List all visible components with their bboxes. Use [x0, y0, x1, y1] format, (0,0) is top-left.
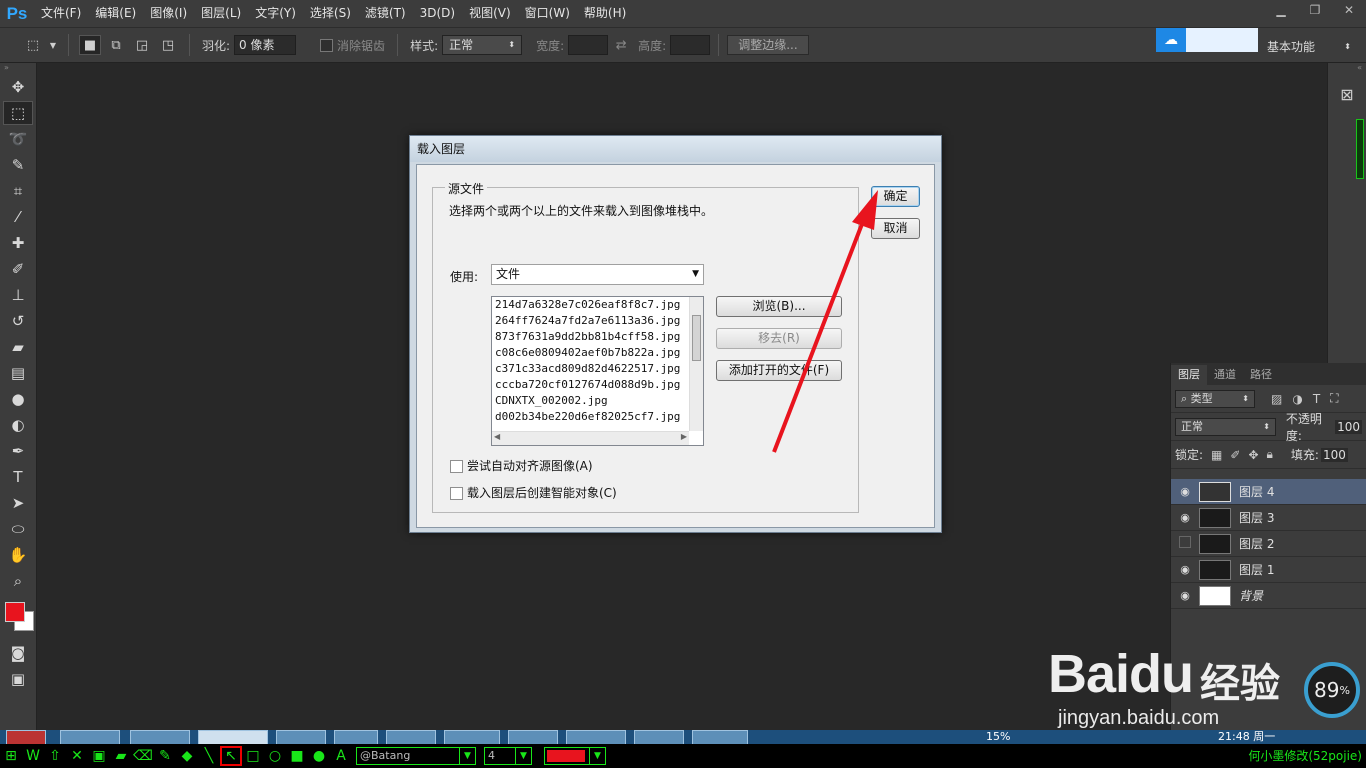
taskbar-app[interactable] — [198, 730, 268, 744]
size-select[interactable]: 4 ▼ — [484, 747, 532, 765]
close-icon[interactable]: ✕ — [66, 746, 88, 766]
photoshop-window: Ps 文件(F) 编辑(E) 图像(I) 图层(L) 文字(Y) 选择(S) 滤… — [0, 0, 1366, 768]
rectangle-icon[interactable]: □ — [242, 746, 264, 766]
pin-icon[interactable]: ⊞ — [0, 746, 22, 766]
circle-icon[interactable]: ○ — [264, 746, 286, 766]
save-icon[interactable]: ▣ — [88, 746, 110, 766]
chevron-down-icon: ▼ — [459, 748, 475, 764]
pencil-icon[interactable]: ✎ — [154, 746, 176, 766]
color-swatch — [547, 750, 585, 762]
taskbar-app[interactable] — [334, 730, 378, 744]
text-icon[interactable]: A — [330, 746, 352, 766]
screen-draw-toolbar: ⊞ W ⇧ ✕ ▣ ▰ ⌫ ✎ ◆ ╲ ↖ □ ○ ■ ● A @Batang ▼… — [0, 744, 1366, 768]
start-button[interactable] — [6, 730, 46, 744]
taskbar-clock: 21:48 周一 — [1218, 730, 1276, 743]
word-icon[interactable]: W — [22, 746, 44, 766]
watermark-cn: 经验 — [1200, 661, 1280, 707]
taskbar-app[interactable] — [276, 730, 326, 744]
taskbar: 15% 21:48 周一 — [0, 730, 1366, 744]
color-select[interactable]: ▼ — [544, 747, 606, 765]
folder-icon[interactable]: ▰ — [110, 746, 132, 766]
chevron-down-icon: ▼ — [589, 748, 605, 764]
filled-circle-icon[interactable]: ● — [308, 746, 330, 766]
taskbar-app[interactable] — [60, 730, 120, 744]
arrow-shaft — [772, 223, 864, 453]
taskbar-percent: 15% — [986, 730, 1011, 743]
taskbar-app[interactable] — [130, 730, 190, 744]
taskbar-app[interactable] — [566, 730, 626, 744]
watermark-url: jingyan.baidu.com — [1058, 707, 1220, 729]
fill-icon[interactable]: ◆ — [176, 746, 198, 766]
taskbar-app[interactable] — [444, 730, 500, 744]
filled-rectangle-icon[interactable]: ■ — [286, 746, 308, 766]
baidu-watermark: Baidu 经验 jingyan.baidu.com — [1048, 625, 1298, 730]
arrow-up-icon[interactable]: ⇧ — [44, 746, 66, 766]
performance-gauge: 89% — [1304, 662, 1360, 718]
eraser-icon[interactable]: ⌫ — [132, 746, 154, 766]
taskbar-app[interactable] — [634, 730, 684, 744]
line-icon[interactable]: ╲ — [198, 746, 220, 766]
watermark-brand: Baidu — [1048, 644, 1194, 704]
credit-text: 何小墨修改(52pojie) — [1248, 749, 1362, 763]
arrow-icon[interactable]: ↖ — [220, 746, 242, 766]
taskbar-app[interactable] — [692, 730, 748, 744]
chevron-down-icon: ▼ — [515, 748, 531, 764]
font-select[interactable]: @Batang ▼ — [356, 747, 476, 765]
arrow-head — [852, 190, 878, 230]
taskbar-app[interactable] — [508, 730, 558, 744]
taskbar-app[interactable] — [386, 730, 436, 744]
